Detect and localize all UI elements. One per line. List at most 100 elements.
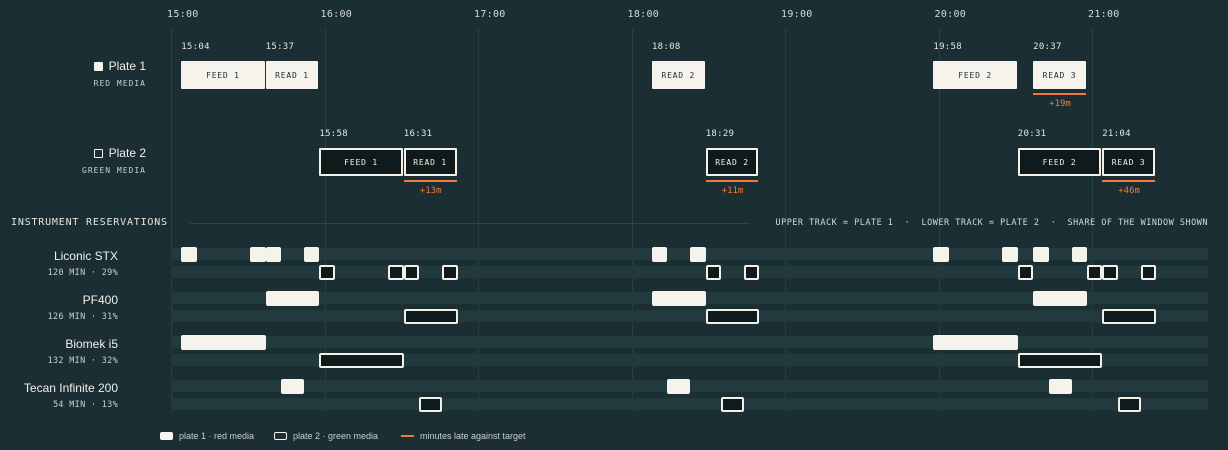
legend-late-line	[401, 435, 414, 437]
late-indicator-line	[1033, 93, 1086, 95]
reservation-block-plate2[interactable]	[419, 397, 443, 412]
legend-label: minutes late against target	[420, 431, 526, 441]
instrument-usage: 132 MIN · 32%	[47, 356, 118, 366]
plate-label: Plate 2	[93, 146, 146, 160]
reservation-block-plate2[interactable]	[1017, 353, 1103, 368]
task-block[interactable]: READ 3	[1033, 61, 1086, 89]
reservation-block-plate1[interactable]	[651, 291, 706, 306]
instrument-usage: 120 MIN · 29%	[47, 268, 118, 278]
hour-tick-label: 15:00	[167, 9, 199, 20]
task-start-time: 15:58	[319, 129, 348, 139]
late-indicator-line	[403, 180, 457, 182]
reservation-block-plate1[interactable]	[1033, 291, 1087, 306]
reservation-block-plate2[interactable]	[1017, 265, 1034, 280]
reservation-block-plate1[interactable]	[281, 379, 305, 394]
instrument-name: PF400	[82, 293, 118, 307]
instrument-name: Liconic STX	[53, 249, 118, 263]
task-start-time: 16:31	[403, 129, 433, 139]
task-block[interactable]: READ 1	[265, 61, 319, 89]
task-block[interactable]: READ 2	[705, 148, 759, 176]
reservation-block-plate1[interactable]	[651, 247, 668, 262]
reservation-block-plate2[interactable]	[1102, 309, 1156, 324]
plate-swatch	[93, 148, 103, 158]
reservation-block-plate1[interactable]	[265, 291, 320, 306]
reservation-block-plate1[interactable]	[1002, 247, 1018, 262]
plate1-track	[171, 336, 1208, 348]
late-minutes: +13m	[419, 186, 442, 196]
plate-media: RED MEDIA	[93, 79, 146, 88]
legend-label: plate 2 · green media	[293, 431, 379, 441]
hour-tick-label: 20:00	[934, 9, 967, 20]
hour-tick-label: 17:00	[474, 9, 506, 20]
reservation-block-plate2[interactable]	[1102, 265, 1118, 280]
legend-item: plate 2 · green media	[274, 431, 378, 441]
reservation-block-plate1[interactable]	[265, 247, 281, 262]
legend-item: minutes late against target	[401, 431, 526, 441]
late-minutes: +11m	[721, 186, 744, 196]
reservation-block-plate2[interactable]	[319, 353, 404, 368]
hour-tick-label: 19:00	[781, 9, 813, 20]
plate2-track	[171, 398, 1208, 410]
task-block[interactable]: FEED 1	[319, 148, 403, 176]
late-indicator-line	[705, 180, 759, 182]
hour-tick-label: 18:00	[627, 9, 660, 20]
plate-swatch	[93, 61, 103, 71]
reservation-block-plate1[interactable]	[1048, 379, 1072, 394]
reservation-block-plate1[interactable]	[933, 335, 1018, 350]
late-minutes: +19m	[1049, 99, 1071, 109]
late-minutes: +46m	[1118, 186, 1140, 196]
task-start-time: 18:08	[651, 42, 681, 52]
plate-name: Plate 2	[108, 146, 146, 160]
reservation-block-plate2[interactable]	[1086, 265, 1103, 280]
reservation-block-plate1[interactable]	[690, 247, 706, 262]
instrument-name: Biomek i5	[65, 337, 118, 351]
task-block[interactable]: READ 2	[651, 61, 705, 89]
legend-swatch	[274, 432, 287, 440]
hour-tick-label: 21:00	[1088, 9, 1120, 20]
task-block[interactable]: READ 3	[1102, 148, 1155, 176]
plate2-track	[171, 310, 1208, 322]
reservation-block-plate2[interactable]	[403, 309, 458, 324]
reservation-block-plate1[interactable]	[933, 247, 949, 262]
reservations-divider	[190, 223, 750, 224]
task-start-time: 15:37	[265, 42, 295, 52]
reservation-block-plate2[interactable]	[721, 397, 745, 412]
reservation-block-plate2[interactable]	[705, 265, 722, 280]
late-indicator-line	[1102, 180, 1155, 182]
hour-tick-label: 16:00	[320, 9, 353, 20]
task-start-time: 20:31	[1017, 129, 1047, 139]
instrument-name: Tecan Infinite 200	[23, 381, 118, 395]
reservation-block-plate1[interactable]	[1071, 247, 1087, 262]
instrument-usage: 54 MIN · 13%	[52, 400, 118, 410]
instrument-usage: 126 MIN · 31%	[47, 312, 118, 322]
task-start-time: 15:04	[181, 42, 210, 52]
reservation-block-plate1[interactable]	[304, 247, 320, 262]
reservation-block-plate2[interactable]	[705, 309, 760, 324]
task-start-time: 18:29	[705, 129, 735, 139]
reservation-block-plate2[interactable]	[744, 265, 760, 280]
task-block[interactable]: FEED 2	[933, 61, 1017, 89]
reservation-block-plate2[interactable]	[388, 265, 404, 280]
reservation-block-plate2[interactable]	[1140, 265, 1156, 280]
reservation-block-plate1[interactable]	[250, 247, 266, 262]
task-start-time: 19:58	[933, 42, 962, 52]
reservations-note: UPPER TRACK = PLATE 1 · LOWER TRACK = PL…	[775, 218, 1208, 228]
reservation-block-plate2[interactable]	[319, 265, 335, 280]
reservation-block-plate2[interactable]	[403, 265, 420, 280]
reservation-block-plate1[interactable]	[1033, 247, 1049, 262]
plate-media: GREEN MEDIA	[82, 166, 146, 175]
reservation-block-plate2[interactable]	[1117, 397, 1141, 412]
task-block[interactable]: FEED 1	[181, 61, 265, 89]
legend-label: plate 1 · red media	[179, 431, 255, 441]
task-start-time: 20:37	[1033, 42, 1062, 52]
plate-label: Plate 1	[93, 59, 146, 73]
plate-name: Plate 1	[108, 59, 146, 73]
reservation-block-plate2[interactable]	[442, 265, 458, 280]
reservation-block-plate1[interactable]	[181, 335, 266, 350]
reservation-block-plate1[interactable]	[181, 247, 197, 262]
task-start-time: 21:04	[1102, 129, 1131, 139]
task-block[interactable]: READ 1	[403, 148, 457, 176]
legend-swatch	[160, 432, 173, 440]
reservation-block-plate1[interactable]	[667, 379, 691, 394]
task-block[interactable]: FEED 2	[1017, 148, 1102, 176]
